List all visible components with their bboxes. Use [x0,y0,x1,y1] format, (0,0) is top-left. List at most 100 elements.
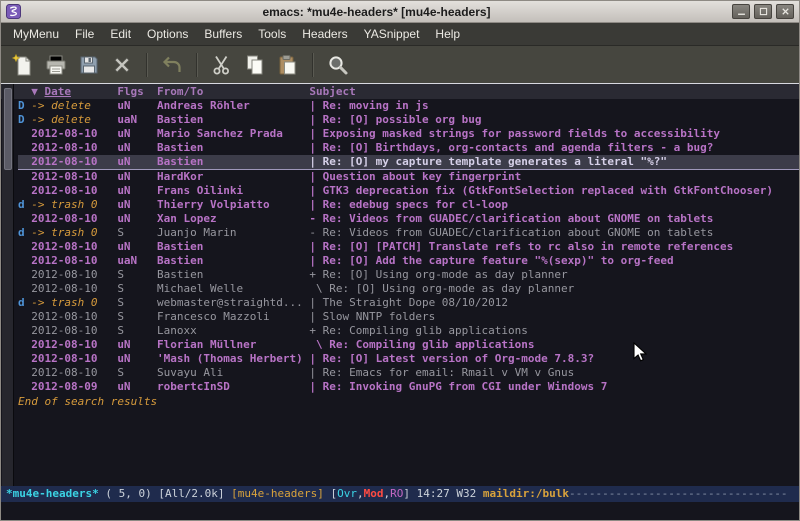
message-row[interactable]: d-> trash 0Swebmaster@straightd...| The … [18,296,799,310]
message-row[interactable]: 2012-08-10uN'Mash (Thomas Herbert)| Re: … [18,352,799,366]
mark-cell: D [18,99,31,113]
message-row[interactable]: 2012-08-10uNXan Lopez- Re: Videos from G… [18,212,799,226]
mode-line-segment: [ [324,487,337,500]
print-button[interactable] [42,51,70,79]
cut-button[interactable] [208,51,236,79]
mark-cell: D [18,113,31,127]
message-row[interactable]: 2012-08-10SSuvayu Ali| Re: Emacs for ema… [18,366,799,380]
mark-cell: d [18,296,31,310]
message-row[interactable]: d-> trash 0SJuanjo Marin- Re: Videos fro… [18,226,799,240]
copy-icon [243,53,267,77]
flags-cell: S [117,324,157,338]
subject-cell: | Question about key fingerprint [309,170,521,183]
subject-cell: | Re: Emacs for email: Rmail v VM v Gnus [309,366,574,379]
message-row[interactable]: 2012-08-10uNFlorian Müllner \ Re: Compil… [18,338,799,352]
date-cell: 2012-08-10 [31,268,117,282]
new-file-button[interactable] [9,51,37,79]
mode-line-segment: 14:27 W32 [417,487,483,500]
menu-options[interactable]: Options [139,24,196,44]
menu-edit[interactable]: Edit [102,24,139,44]
cut-icon [210,53,234,77]
scrollbar-track[interactable] [2,84,14,486]
header-from-cell[interactable]: From/To [157,84,309,99]
window-controls [728,4,794,19]
close-button[interactable] [776,4,794,19]
flags-cell: uN [117,99,157,113]
message-row[interactable]: 2012-08-09uNrobertcInSD| Re: Invoking Gn… [18,380,799,394]
message-row[interactable]: 2012-08-10SFrancesco Mazzoli| Slow NNTP … [18,310,799,324]
menu-headers[interactable]: Headers [294,24,355,44]
header-mark-cell [18,84,31,99]
header-subject-cell[interactable]: Subject [309,85,355,98]
flags-cell: uaN [117,113,157,127]
paste-button[interactable] [274,51,302,79]
from-cell: Thierry Volpiatto [157,198,309,212]
emacs-app-icon [6,4,21,19]
menu-help[interactable]: Help [427,24,468,44]
message-row[interactable]: 2012-08-10uNMario Sanchez Prada| Exposin… [18,127,799,141]
toolbar-separator [146,53,148,77]
date-cell: -> delete [31,113,117,127]
date-cell: 2012-08-10 [31,127,117,141]
message-row[interactable]: D-> deleteuNAndreas Röhler| Re: moving i… [18,99,799,113]
new-file-icon [11,53,35,77]
subject-cell: | Re: edebug specs for cl-loop [309,198,508,211]
message-row[interactable]: 2012-08-10uNBastien| Re: [O] [PATCH] Tra… [18,240,799,254]
message-row[interactable]: 2012-08-10uNHardKor| Question about key … [18,170,799,184]
message-row[interactable]: 2012-08-10uaNBastien| Re: [O] Add the ca… [18,254,799,268]
date-cell: -> trash 0 [31,226,117,240]
flags-cell: S [117,296,157,310]
message-row[interactable]: 2012-08-10SLanoxx+ Re: Compiling glib ap… [18,324,799,338]
flags-cell: uN [117,170,157,184]
message-list: D-> deleteuNAndreas Röhler| Re: moving i… [1,99,799,486]
from-cell: HardKor [157,170,309,184]
undo-button[interactable] [158,51,186,79]
toolbar-separator [312,53,314,77]
subject-cell: | The Straight Dope 08/10/2012 [309,296,508,309]
flags-cell: uN [117,127,157,141]
search-button[interactable] [324,51,352,79]
copy-button[interactable] [241,51,269,79]
flags-cell: S [117,366,157,380]
from-cell: Bastien [157,141,309,155]
subject-cell: - Re: Videos from GUADEC/clarification a… [309,226,713,239]
menu-file[interactable]: File [67,24,102,44]
title-bar[interactable]: emacs: *mu4e-headers* [mu4e-headers] [1,1,799,23]
message-row[interactable]: d-> trash 0uNThierry Volpiatto| Re: edeb… [18,198,799,212]
header-flags-cell[interactable]: Flgs [117,84,157,99]
menu-buffers[interactable]: Buffers [196,24,250,44]
message-row[interactable]: 2012-08-10uNBastien| Re: [O] my capture … [18,155,799,170]
save-button[interactable] [75,51,103,79]
maximize-button[interactable] [754,4,772,19]
scrollbar-thumb[interactable] [4,88,12,170]
menu-yasnippet[interactable]: YASnippet [356,24,428,44]
minimize-button[interactable] [732,4,750,19]
from-cell: Francesco Mazzoli [157,310,309,324]
message-row[interactable]: 2012-08-10uNFrans Oilinki| GTK3 deprecat… [18,184,799,198]
flags-cell: uN [117,198,157,212]
message-row[interactable]: 2012-08-10SMichael Welle \ Re: [O] Using… [18,282,799,296]
date-cell: 2012-08-10 [31,141,117,155]
message-row[interactable]: 2012-08-10uNBastien| Re: [O] Birthdays, … [18,141,799,155]
menu-bar: MyMenuFileEditOptionsBuffersToolsHeaders… [1,23,799,46]
search-icon [326,53,350,77]
subject-cell: | Re: [O] Add the capture feature "%(sex… [309,254,673,267]
from-cell: Bastien [157,240,309,254]
menu-mymenu[interactable]: MyMenu [5,24,67,44]
mode-line-segment: RO [390,487,403,500]
print-icon [44,53,68,77]
date-cell: 2012-08-10 [31,352,117,366]
from-cell: 'Mash (Thomas Herbert) [157,352,309,366]
flags-cell: uN [117,352,157,366]
menu-tools[interactable]: Tools [250,24,294,44]
emacs-window: emacs: *mu4e-headers* [mu4e-headers] MyM… [0,0,800,521]
subject-cell: | Re: [O] possible org bug [309,113,481,126]
message-row[interactable]: D-> deleteuaNBastien| Re: [O] possible o… [18,113,799,127]
close-buffer-icon [110,53,134,77]
message-row[interactable]: 2012-08-10SBastien+ Re: [O] Using org-mo… [18,268,799,282]
close-buffer-button[interactable] [108,51,136,79]
header-date-cell[interactable]: ▼ Date [31,84,117,99]
flags-cell: S [117,268,157,282]
date-cell: -> delete [31,99,117,113]
date-cell: 2012-08-10 [31,240,117,254]
